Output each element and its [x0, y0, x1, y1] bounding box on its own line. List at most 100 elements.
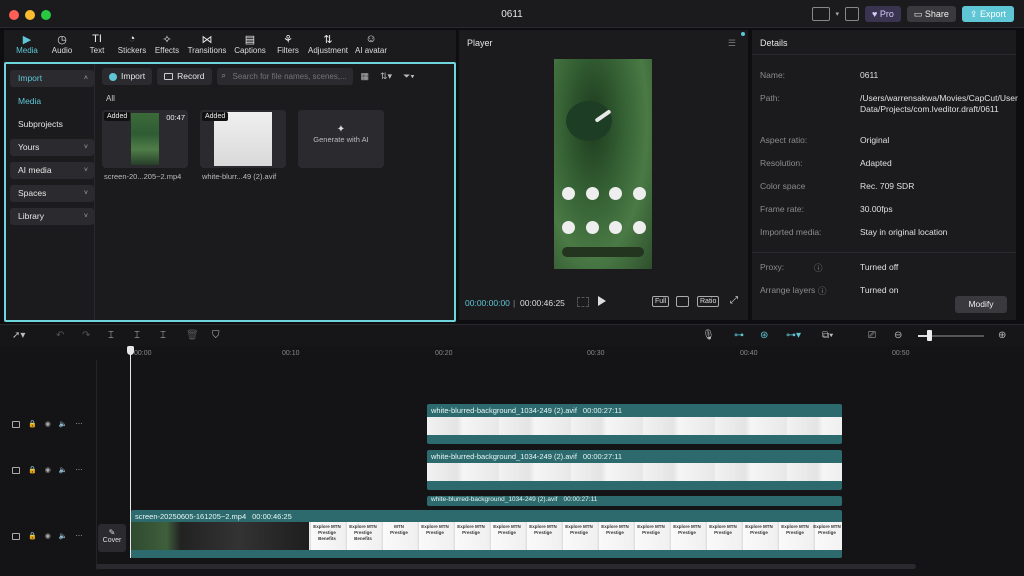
tab-audio[interactable]: ◷ Audio [45, 30, 79, 60]
track-video-icon[interactable] [12, 466, 20, 474]
lock-icon[interactable]: 🔒 [28, 532, 37, 540]
grid-view-icon[interactable]: ▦ [358, 71, 373, 82]
search-input[interactable] [216, 68, 353, 85]
split-left-icon[interactable]: ⌶ [134, 330, 140, 341]
grid-icon[interactable] [577, 297, 589, 307]
preview-axis-icon[interactable]: ⧉▾ [822, 330, 833, 341]
record-button[interactable]: Record [157, 68, 212, 85]
clip-duration: 00:00:46:25 [252, 512, 292, 521]
redo-icon[interactable]: ↷ [82, 330, 90, 341]
monitor-icon[interactable] [845, 7, 860, 21]
search-wrap: ⌕ [216, 68, 353, 85]
detail-value: Rec. 709 SDR [860, 181, 915, 191]
divider [752, 252, 1016, 253]
track-video-icon[interactable] [12, 532, 20, 540]
tab-filters[interactable]: ⚘ Filters [271, 30, 305, 60]
play-icon[interactable] [598, 296, 606, 306]
track-video-icon[interactable] [12, 420, 20, 428]
chevron-down-icon[interactable]: ▾ [836, 10, 840, 18]
zoom-out-icon[interactable]: ⊖ [894, 330, 902, 341]
modify-button[interactable]: Modify [955, 296, 1007, 313]
speaker-icon[interactable]: 🔈 [59, 420, 68, 428]
clip-title: white-blurred-background_1034-249 (2).av… [431, 452, 622, 461]
timeline-clip[interactable]: white-blurred-background_1034-249 (2).av… [427, 450, 842, 490]
sidebar-item-label: Media [18, 96, 42, 106]
tab-effects[interactable]: ✧ Effects [150, 30, 184, 60]
eye-icon[interactable]: ◉ [45, 532, 51, 540]
tab-adjustment[interactable]: ⇅ Adjustment [306, 30, 350, 60]
microphone-icon[interactable]: 🎙 [702, 330, 715, 341]
tab-transitions[interactable]: ⋈ Transitions [185, 30, 229, 60]
tool-tabs: ▶ Media ◷ Audio TI Text ◔ Stickers ✧ Effects … [4, 30, 456, 60]
more-icon[interactable]: ⋯ [76, 420, 83, 428]
fullscreen-icon[interactable]: ⤢ [730, 295, 738, 306]
speaker-icon[interactable]: 🔈 [59, 532, 68, 540]
detail-value: 30.00fps [860, 204, 893, 214]
tab-media[interactable]: ▶ Media [10, 30, 44, 60]
split-icon[interactable]: ⌶ [108, 330, 114, 341]
linkage-icon[interactable]: ⊶▾ [786, 330, 801, 341]
info-icon[interactable]: ⓘ [814, 262, 823, 274]
magnet-icon[interactable]: ⊶ [734, 330, 744, 341]
delete-icon[interactable]: 🗑 [186, 330, 199, 341]
sidebar-item-library[interactable]: Library ˅ [10, 208, 94, 225]
menu-icon[interactable]: ☰ [728, 38, 736, 49]
playhead-handle[interactable] [127, 346, 134, 355]
plus-icon [109, 72, 117, 81]
info-icon[interactable]: ⓘ [818, 285, 827, 297]
pro-button[interactable]: ♥ Pro [865, 6, 901, 22]
ratio-button[interactable]: Ratio [697, 296, 720, 307]
sidebar-item-yours[interactable]: Yours ˅ [10, 139, 94, 156]
eye-icon[interactable]: ◉ [45, 466, 51, 474]
sidebar-item-subprojects[interactable]: Subprojects [10, 116, 94, 133]
preview-search-bar [562, 247, 644, 257]
export-button[interactable]: ⇪ Export [961, 6, 1014, 22]
media-item[interactable]: Added [200, 110, 286, 168]
media-item[interactable]: Added 00:47 [102, 110, 188, 168]
ai-avatar-icon: ☺ [365, 33, 377, 45]
crop-icon[interactable] [676, 296, 689, 307]
more-icon[interactable]: ⋯ [76, 532, 83, 540]
tab-text[interactable]: TI Text [80, 30, 114, 60]
sidebar-item-spaces[interactable]: Spaces ˅ [10, 185, 94, 202]
sidebar-item-media[interactable]: Media [10, 93, 94, 110]
tab-ai-avatar[interactable]: ☺ AI avatar [351, 30, 391, 60]
horizontal-scrollbar[interactable] [96, 564, 916, 569]
more-icon[interactable]: ⋯ [76, 466, 83, 474]
import-button[interactable]: Import [102, 68, 153, 85]
timeline-clip[interactable]: white-blurred-background_1034-249 (2).av… [427, 496, 842, 506]
sort-icon[interactable]: ⇅▾ [377, 71, 395, 82]
share-button[interactable]: ▭ Share [906, 6, 956, 22]
playhead[interactable] [130, 346, 131, 558]
generate-with-ai-button[interactable]: ✦ Generate with AI [298, 110, 384, 168]
time-ruler[interactable]: 00:00 00:10 00:20 00:30 00:40 00:50 [130, 346, 1024, 360]
lock-icon[interactable]: 🔒 [28, 466, 37, 474]
shield-icon[interactable]: ⛉ [212, 330, 220, 341]
detail-value: Adapted [860, 158, 892, 168]
select-cursor-icon[interactable]: ➚▾ [12, 330, 25, 341]
zoom-in-icon[interactable]: ⊕ [998, 330, 1006, 341]
sidebar-item-import[interactable]: Import ˄ [10, 70, 94, 87]
frame-label: Explore MTN Prestige [781, 524, 809, 535]
frame-label: Explore MTN Prestige [493, 524, 521, 535]
filter-icon[interactable]: ⏷▾ [400, 71, 418, 82]
eye-icon[interactable]: ◉ [45, 420, 51, 428]
sidebar-item-ai-media[interactable]: AI media ˅ [10, 162, 94, 179]
full-button[interactable]: Full [652, 296, 670, 307]
undo-icon[interactable]: ↶ [56, 330, 64, 341]
video-preview[interactable] [554, 59, 652, 269]
tab-stickers[interactable]: ◔ Stickers [115, 30, 149, 60]
main-video-clip[interactable]: screen-20250605-161205~2.mp4 00:00:46:25 … [131, 510, 842, 558]
lock-icon[interactable]: 🔒 [28, 420, 37, 428]
ruler-tick: 00:20 [435, 350, 453, 357]
caption-icon[interactable]: ⎚ [868, 330, 876, 341]
zoom-slider-handle[interactable] [927, 330, 932, 341]
split-right-icon[interactable]: ⌶ [160, 330, 166, 341]
cover-button[interactable]: ✎ Cover [98, 524, 126, 552]
chevron-down-icon: ˅ [83, 167, 88, 174]
link-icon[interactable]: ⊛ [760, 330, 768, 341]
layout-icon[interactable] [811, 7, 830, 21]
timeline-clip[interactable]: white-blurred-background_1034-249 (2).av… [427, 404, 842, 444]
tab-captions[interactable]: ▤ Captions [230, 30, 270, 60]
speaker-icon[interactable]: 🔈 [59, 466, 68, 474]
